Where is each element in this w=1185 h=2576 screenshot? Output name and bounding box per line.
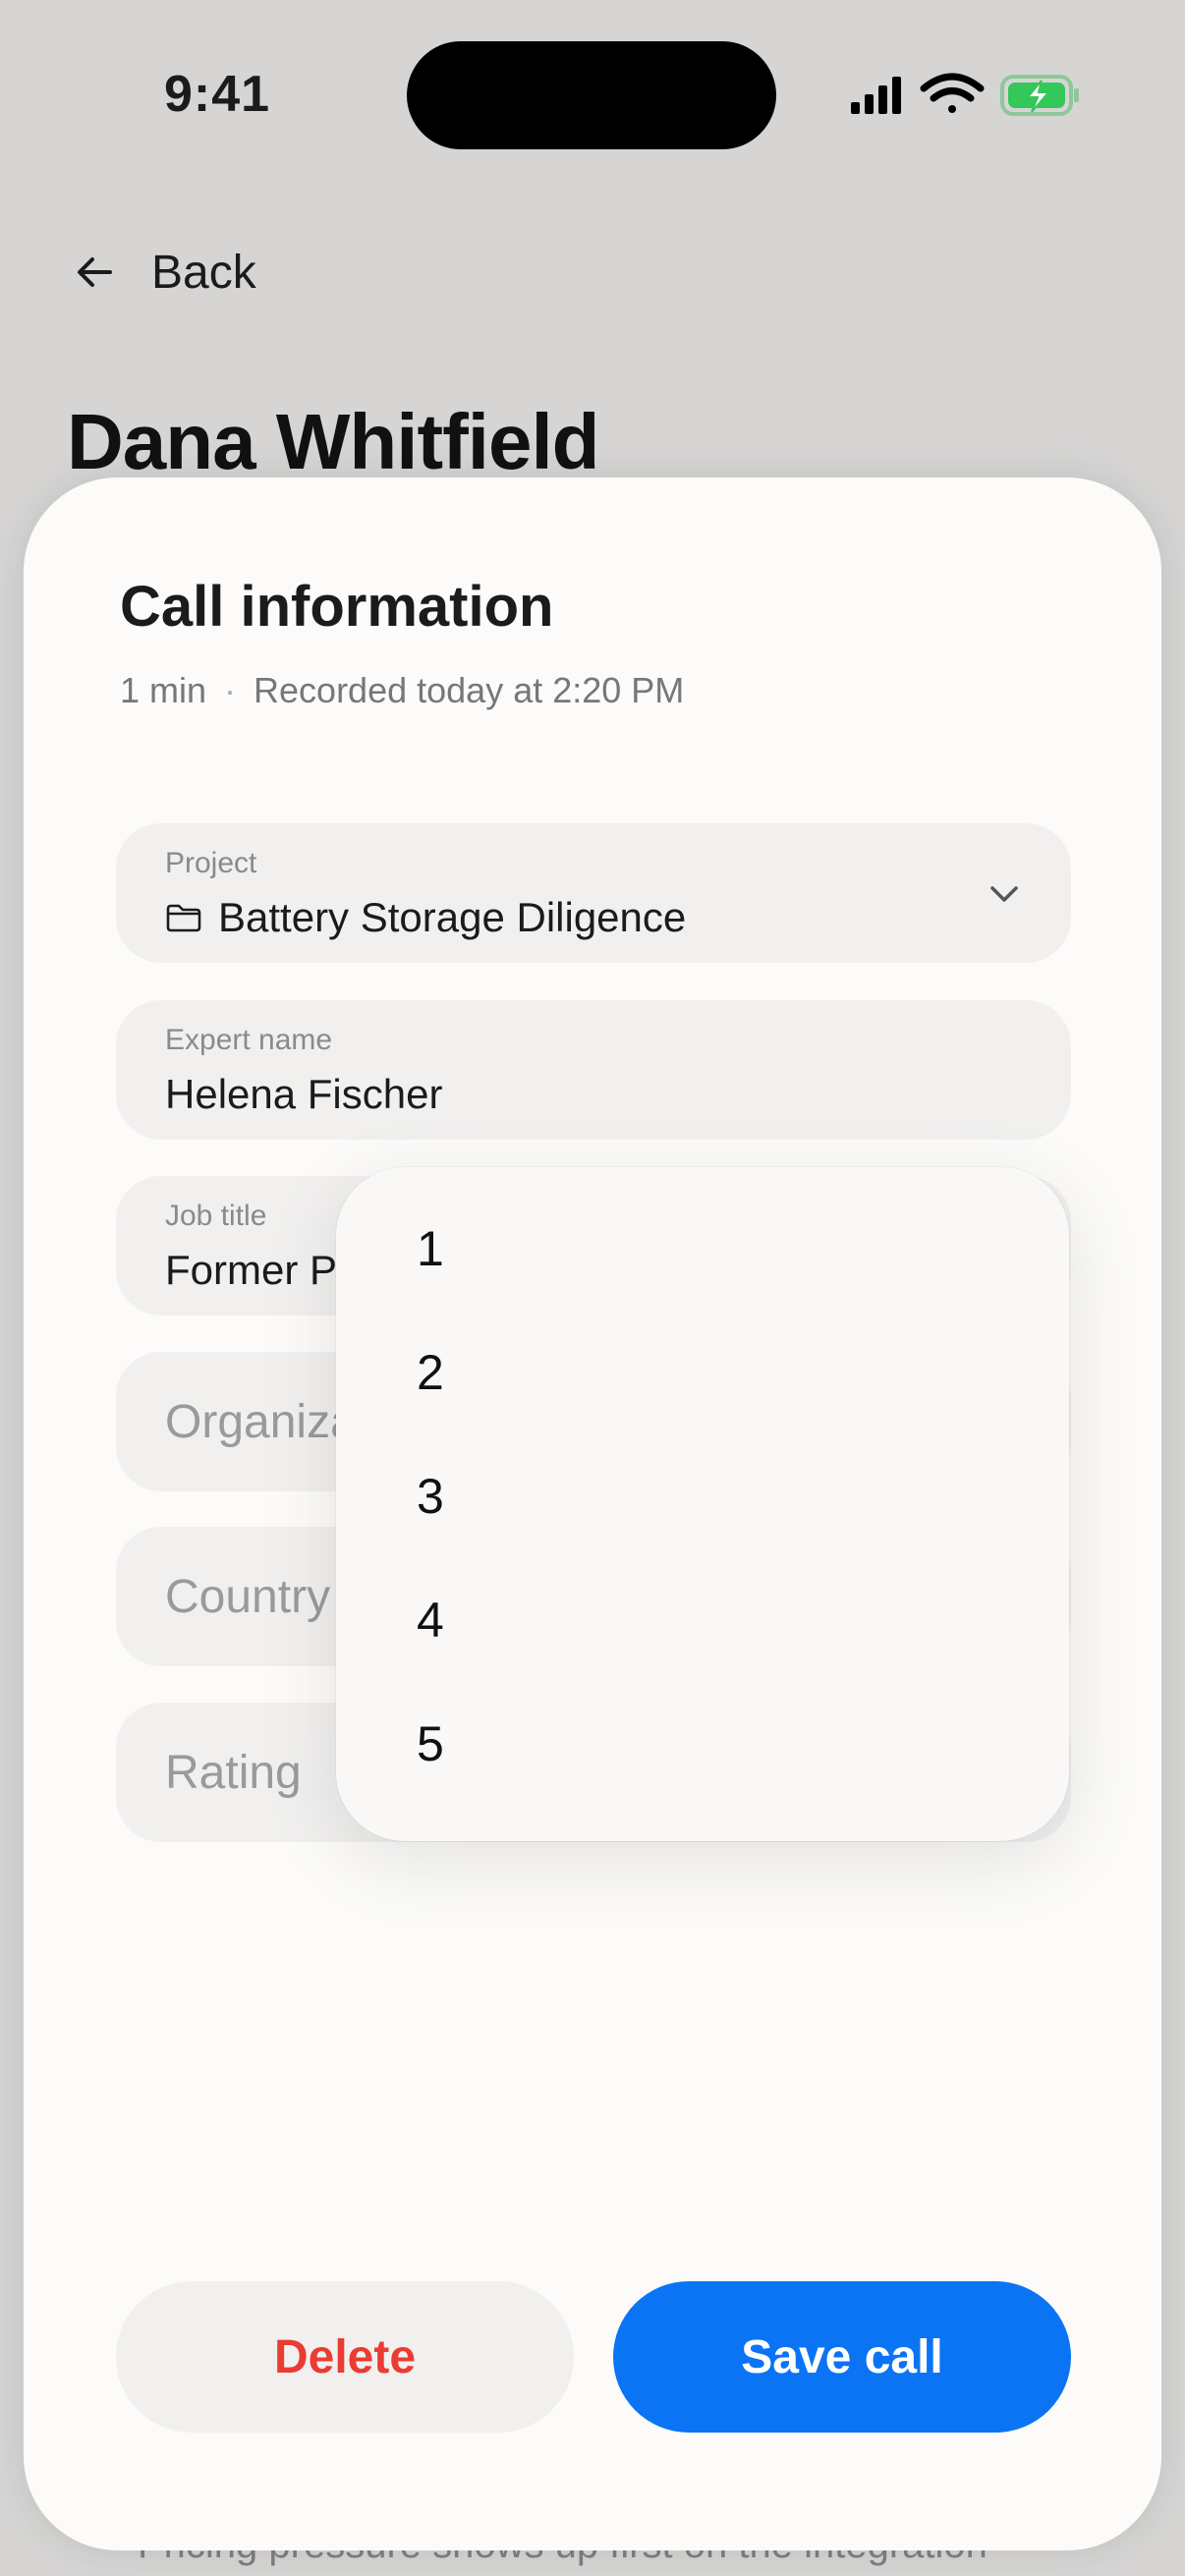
sheet-title: Call information	[120, 575, 554, 639]
expert-name-value: Helena Fischer	[165, 1071, 443, 1117]
rating-dropdown: 1 2 3 4 5	[336, 1167, 1069, 1841]
rating-option-5[interactable]: 5	[417, 1700, 1006, 1788]
status-icons	[851, 73, 1079, 116]
back-button[interactable]: Back	[73, 238, 256, 307]
job-title-label: Job title	[165, 1200, 267, 1232]
wifi-icon	[920, 73, 985, 113]
back-label: Back	[151, 246, 256, 299]
expert-name-field[interactable]: Expert name Helena Fischer	[116, 1000, 1071, 1140]
save-call-button[interactable]: Save call	[613, 2281, 1071, 2433]
status-bar: 9:41	[0, 0, 1185, 196]
status-time: 9:41	[164, 66, 271, 123]
arrow-left-icon	[78, 257, 112, 287]
delete-button[interactable]: Delete	[116, 2281, 574, 2433]
rating-option-2[interactable]: 2	[417, 1328, 1006, 1417]
dynamic-island	[407, 41, 776, 149]
call-duration: 1 min	[120, 670, 207, 710]
rating-placeholder: Rating	[165, 1747, 302, 1799]
chevron-down-icon	[990, 886, 1018, 902]
battery-charging-icon	[1000, 75, 1079, 116]
project-label: Project	[165, 847, 257, 879]
project-select[interactable]: Project Battery Storage Diligence	[116, 823, 1071, 963]
rating-option-4[interactable]: 4	[417, 1576, 1006, 1664]
project-value: Battery Storage Diligence	[218, 894, 687, 940]
meta-separator: ·	[224, 670, 237, 710]
rating-option-1[interactable]: 1	[417, 1204, 1006, 1293]
call-meta: 1 min · Recorded today at 2:20 PM	[120, 670, 684, 711]
cellular-signal-icon	[851, 77, 901, 114]
expert-name-label: Expert name	[165, 1024, 333, 1056]
folder-icon	[166, 904, 201, 932]
country-placeholder: Country	[165, 1571, 331, 1623]
recorded-time: Recorded today at 2:20 PM	[254, 670, 685, 710]
page-title: Dana Whitfield	[67, 398, 600, 485]
rating-option-3[interactable]: 3	[417, 1452, 1006, 1540]
project-value-row: Battery Storage Diligence	[165, 894, 686, 941]
